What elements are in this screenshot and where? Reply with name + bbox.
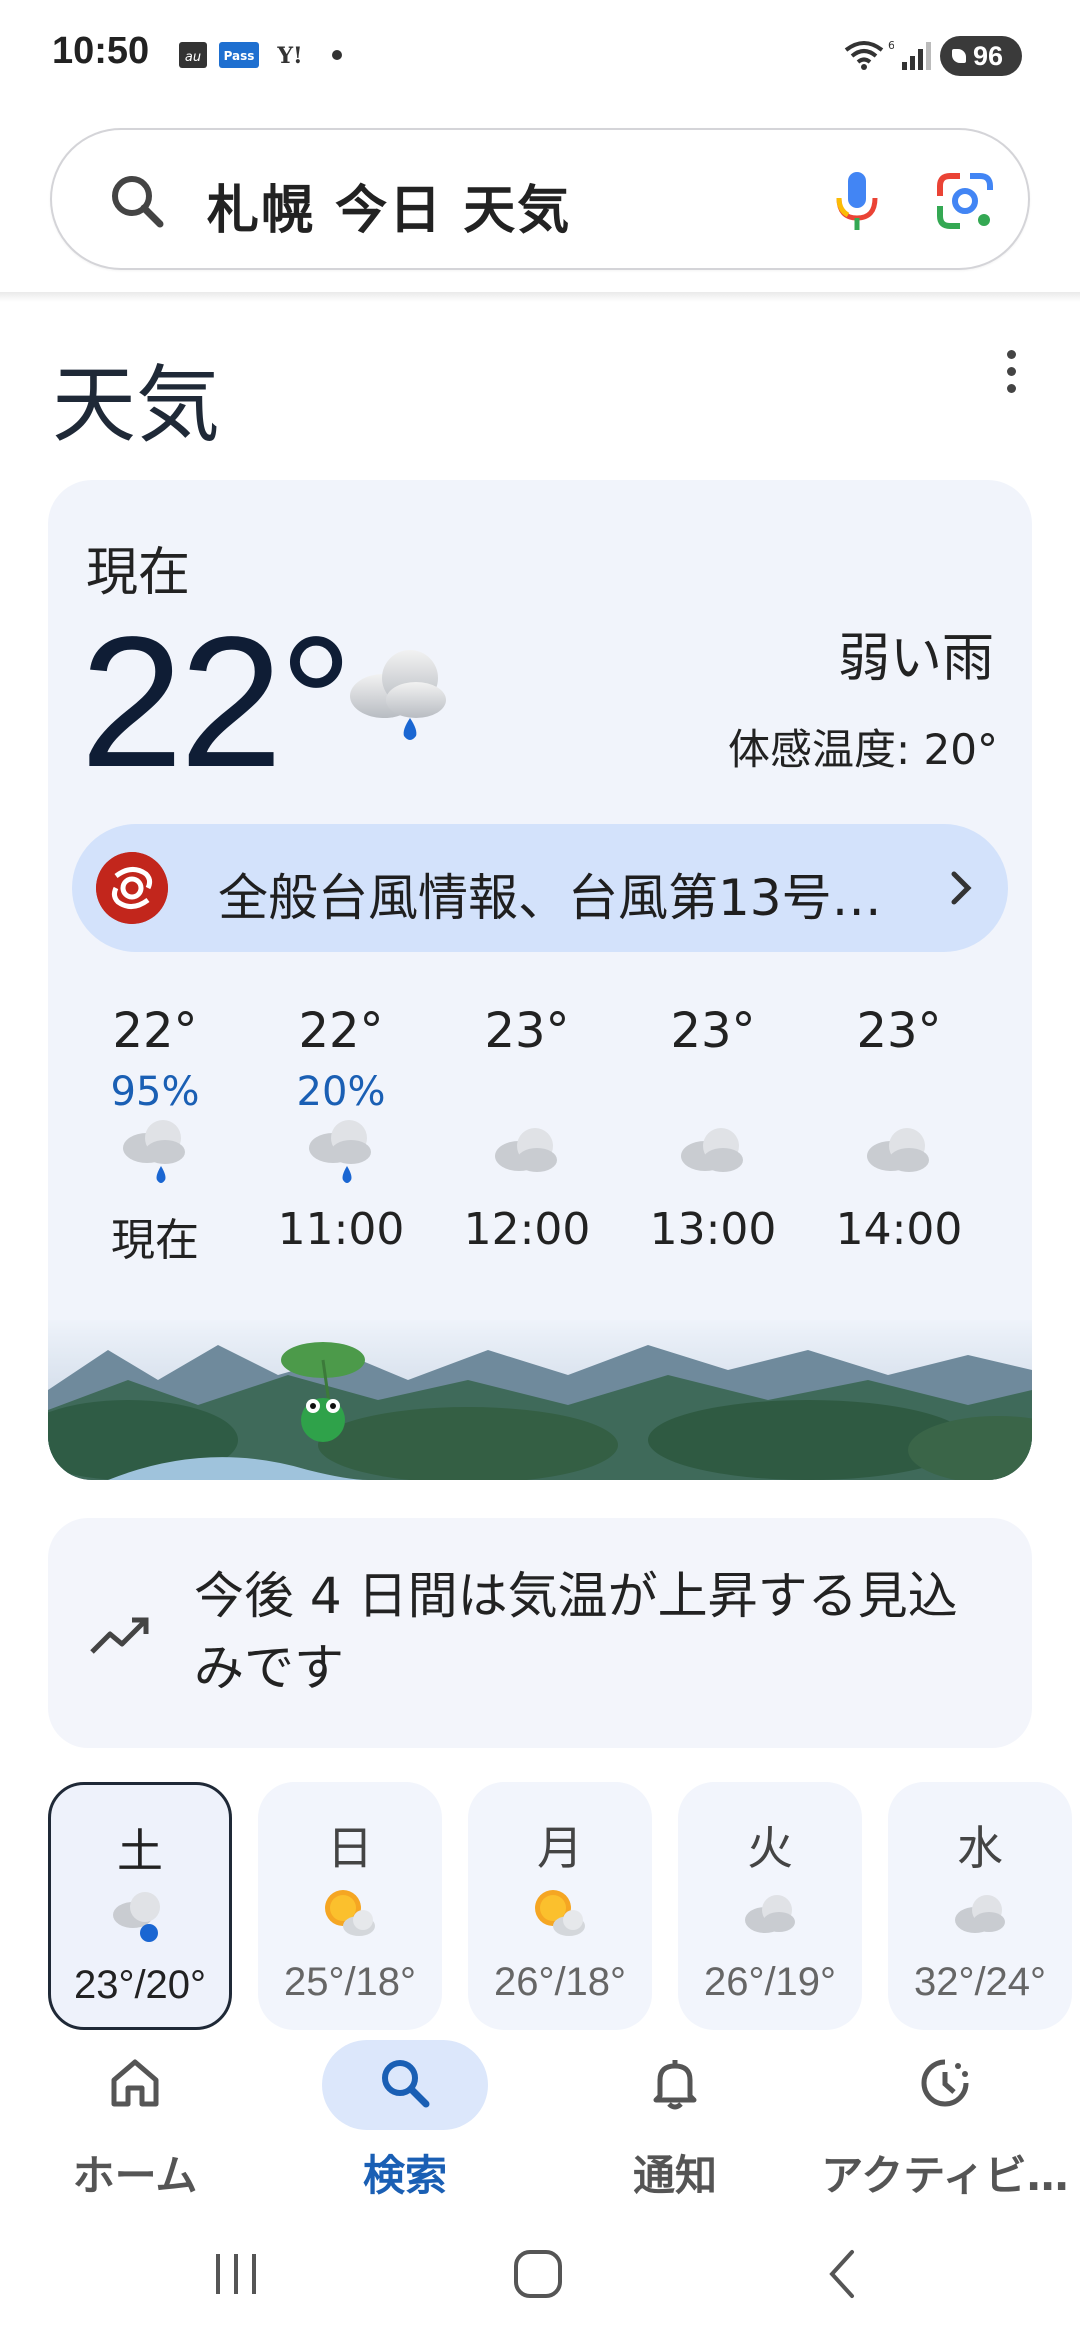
nav-activity[interactable]: アクティビ… bbox=[810, 2030, 1080, 2210]
svg-text:6: 6 bbox=[888, 39, 894, 52]
hourly-time: 現在 bbox=[111, 1215, 199, 1266]
typhoon-alert-chip[interactable]: 全般台風情報、台風第13号… bbox=[72, 824, 1008, 952]
current-condition: 弱い雨 bbox=[837, 629, 994, 689]
day-range: 25°/18° bbox=[283, 1960, 417, 2004]
day-item[interactable]: 火 26°/19° bbox=[678, 1782, 862, 2030]
nav-label: 検索 bbox=[362, 2151, 447, 2200]
cloud-icon bbox=[745, 1895, 795, 1933]
day-name: 月 bbox=[537, 1821, 583, 1875]
search-query[interactable]: 札幌 今日 天気 bbox=[207, 168, 571, 243]
day-name: 水 bbox=[957, 1821, 1003, 1875]
status-bar: 10:50 au Pass Y! 6 96 bbox=[0, 0, 1080, 110]
hourly-precip bbox=[434, 1068, 620, 1116]
search-bar[interactable]: 札幌 今日 天気 bbox=[50, 128, 1030, 270]
typhoon-icon bbox=[96, 852, 168, 924]
rain-cloud-icon bbox=[113, 1892, 160, 1942]
nav-label: ホーム bbox=[72, 2151, 198, 2200]
rain-cloud-icon bbox=[309, 1120, 371, 1183]
activity-icon bbox=[921, 2059, 969, 2107]
current-label: 現在 bbox=[86, 543, 191, 603]
hourly-item[interactable]: 23° 13:00 bbox=[620, 998, 806, 1255]
sun-cloud-icon bbox=[535, 1890, 585, 1936]
status-time: 10:50 bbox=[52, 30, 150, 72]
trend-text: 今後 4 日間は気温が上昇する見込みです bbox=[194, 1567, 958, 1697]
alert-text: 全般台風情報、台風第13号… bbox=[218, 869, 882, 927]
hourly-item[interactable]: 23° 12:00 bbox=[434, 998, 620, 1255]
svg-text:au: au bbox=[185, 50, 201, 65]
hourly-temp: 23° bbox=[670, 1003, 756, 1059]
day-name: 土 bbox=[117, 1824, 163, 1878]
day-name: 日 bbox=[327, 1821, 373, 1875]
pass-icon: Pass bbox=[219, 42, 259, 68]
day-range: 32°/24° bbox=[913, 1960, 1047, 2004]
battery-indicator: 96 bbox=[940, 36, 1022, 76]
nav-label: アクティビ… bbox=[821, 2151, 1069, 2200]
home-icon bbox=[111, 2059, 159, 2107]
svg-text:Y!: Y! bbox=[276, 43, 302, 69]
nav-search[interactable]: 検索 bbox=[270, 2030, 540, 2210]
hourly-temp: 22° bbox=[298, 1003, 384, 1059]
chevron-right-icon bbox=[951, 871, 972, 905]
weather-card[interactable]: 現在 22° 弱い雨 体感温度: 20° 全般台風情報、台風第13号… 22° … bbox=[48, 480, 1032, 1480]
au-icon: au bbox=[179, 42, 207, 68]
cloud-icon bbox=[867, 1128, 929, 1172]
sun-cloud-icon bbox=[325, 1890, 375, 1936]
microphone-icon[interactable] bbox=[822, 166, 892, 236]
hourly-temp: 23° bbox=[856, 1003, 942, 1059]
svg-text:Pass: Pass bbox=[224, 49, 255, 63]
weather-section-title: 天気 bbox=[52, 356, 221, 454]
search-icon bbox=[382, 2060, 430, 2108]
day-item[interactable]: 土 23°/20° bbox=[48, 1782, 232, 2030]
hourly-time: 11:00 bbox=[277, 1204, 405, 1255]
search-icon[interactable] bbox=[104, 168, 170, 234]
day-range: 26°/18° bbox=[493, 1960, 627, 2004]
trending-up-icon bbox=[90, 1617, 149, 1654]
current-temperature: 22° bbox=[80, 599, 353, 806]
bottom-navigation: ホーム 検索 通知 アクティビ… bbox=[0, 2030, 1080, 2210]
nav-label: 通知 bbox=[632, 2151, 717, 2200]
day-item[interactable]: 水 32°/24° bbox=[888, 1782, 1072, 2030]
day-item[interactable]: 月 26°/18° bbox=[468, 1782, 652, 2030]
cloud-icon bbox=[955, 1895, 1005, 1933]
hourly-item[interactable]: 23° 14:00 bbox=[806, 998, 992, 1255]
signal-icon bbox=[902, 42, 931, 70]
back-icon[interactable] bbox=[818, 2246, 868, 2302]
google-lens-icon[interactable] bbox=[930, 166, 1000, 236]
day-range: 26°/19° bbox=[703, 1960, 837, 2004]
recent-apps-icon[interactable] bbox=[208, 2246, 264, 2302]
cloud-icon bbox=[495, 1128, 557, 1172]
day-item[interactable]: 日 25°/18° bbox=[258, 1782, 442, 2030]
hourly-precip: 95% bbox=[110, 1069, 200, 1115]
nav-home[interactable]: ホーム bbox=[0, 2030, 270, 2210]
dot-icon bbox=[332, 50, 342, 60]
hourly-time: 12:00 bbox=[463, 1204, 591, 1255]
hourly-precip bbox=[620, 1068, 806, 1116]
rain-scene-illustration bbox=[48, 1320, 1032, 1480]
hourly-temp: 23° bbox=[484, 1003, 570, 1059]
daily-forecast: 土 23°/20° 日 25°/18° 月 26°/18° 火 26°/19° … bbox=[48, 1782, 1080, 2030]
hourly-forecast: 22° 95% 現在 22° 20% 11:00 23° 12:00 23° 1… bbox=[48, 998, 1032, 1338]
nav-notifications[interactable]: 通知 bbox=[540, 2030, 810, 2210]
rain-cloud-icon bbox=[123, 1120, 185, 1183]
day-name: 火 bbox=[747, 1821, 793, 1875]
wifi-icon: 6 bbox=[844, 39, 894, 70]
cloud-icon bbox=[681, 1128, 743, 1172]
rain-cloud-icon bbox=[350, 650, 446, 740]
hourly-precip: 20% bbox=[296, 1069, 386, 1115]
temperature-trend-card: 今後 4 日間は気温が上昇する見込みです bbox=[48, 1518, 1032, 1748]
feels-like: 体感温度: 20° bbox=[728, 725, 998, 774]
system-navigation-bar bbox=[0, 2210, 1080, 2340]
hourly-item[interactable]: 22° 20% 11:00 bbox=[248, 998, 434, 1255]
bell-icon bbox=[653, 2060, 697, 2110]
hourly-time: 14:00 bbox=[835, 1204, 963, 1255]
home-button-icon[interactable] bbox=[508, 2246, 568, 2302]
header-divider bbox=[0, 292, 1080, 302]
more-options-icon[interactable] bbox=[998, 350, 1024, 398]
hourly-precip bbox=[806, 1068, 992, 1116]
day-range: 23°/20° bbox=[73, 1963, 207, 2007]
hourly-temp: 22° bbox=[112, 1003, 198, 1059]
yahoo-icon: Y! bbox=[276, 43, 302, 69]
hourly-time: 13:00 bbox=[649, 1204, 777, 1255]
hourly-item[interactable]: 22° 95% 現在 bbox=[62, 998, 248, 1268]
